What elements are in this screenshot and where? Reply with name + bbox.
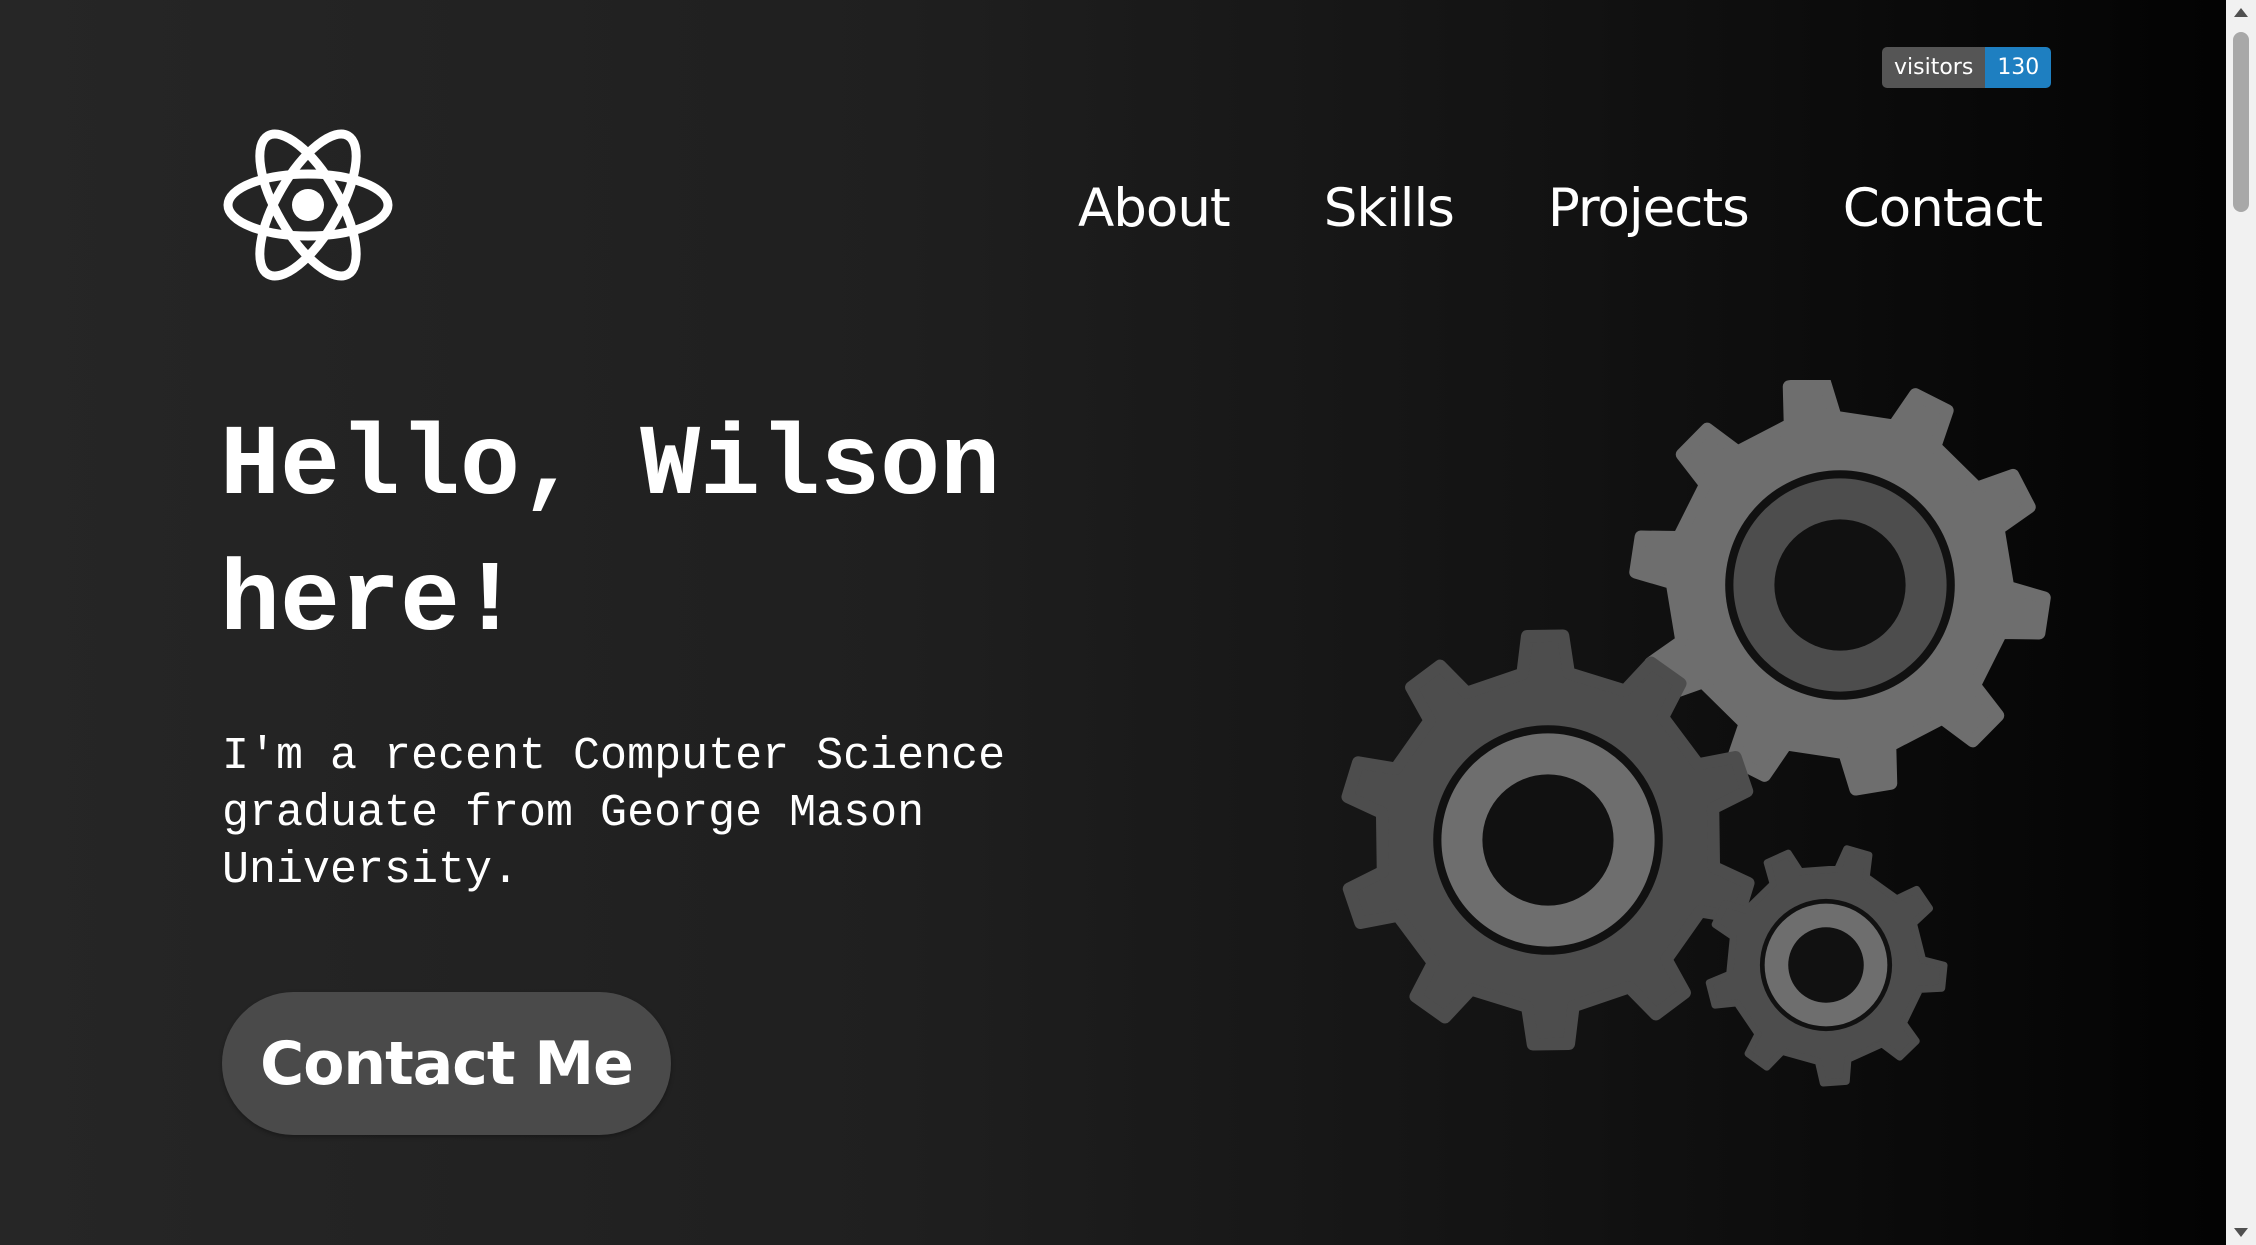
hero-title-line-2: here! bbox=[220, 547, 521, 660]
nav-projects[interactable]: Projects bbox=[1548, 178, 1750, 239]
page: visitors 130 About Skills Projects Conta… bbox=[0, 0, 2226, 1245]
gears-icon bbox=[1340, 374, 2060, 1100]
visitors-count: 130 bbox=[1985, 47, 2052, 88]
nav-contact[interactable]: Contact bbox=[1843, 178, 2043, 239]
contact-me-button[interactable]: Contact Me bbox=[222, 992, 671, 1135]
gear-medium-icon bbox=[1341, 629, 1755, 1051]
main-nav: About Skills Projects Contact bbox=[1078, 178, 2043, 239]
visitors-badge: visitors 130 bbox=[1882, 47, 2052, 88]
gear-large-icon bbox=[1629, 374, 2051, 796]
atom-icon[interactable] bbox=[220, 125, 396, 285]
scrollbar[interactable] bbox=[2226, 0, 2256, 1245]
visitors-label: visitors bbox=[1882, 47, 1986, 88]
scroll-down-arrow-icon[interactable] bbox=[2234, 1228, 2248, 1237]
hero-title-line-1: Hello, Wilson bbox=[220, 411, 1001, 524]
scrollbar-thumb[interactable] bbox=[2233, 32, 2249, 212]
scroll-up-arrow-icon[interactable] bbox=[2234, 8, 2248, 17]
hero-title: Hello, Wilson here! bbox=[220, 400, 1240, 672]
nav-skills[interactable]: Skills bbox=[1324, 178, 1455, 239]
nav-about[interactable]: About bbox=[1078, 178, 1231, 239]
hero-subtitle: I'm a recent Computer Science graduate f… bbox=[222, 731, 1006, 896]
